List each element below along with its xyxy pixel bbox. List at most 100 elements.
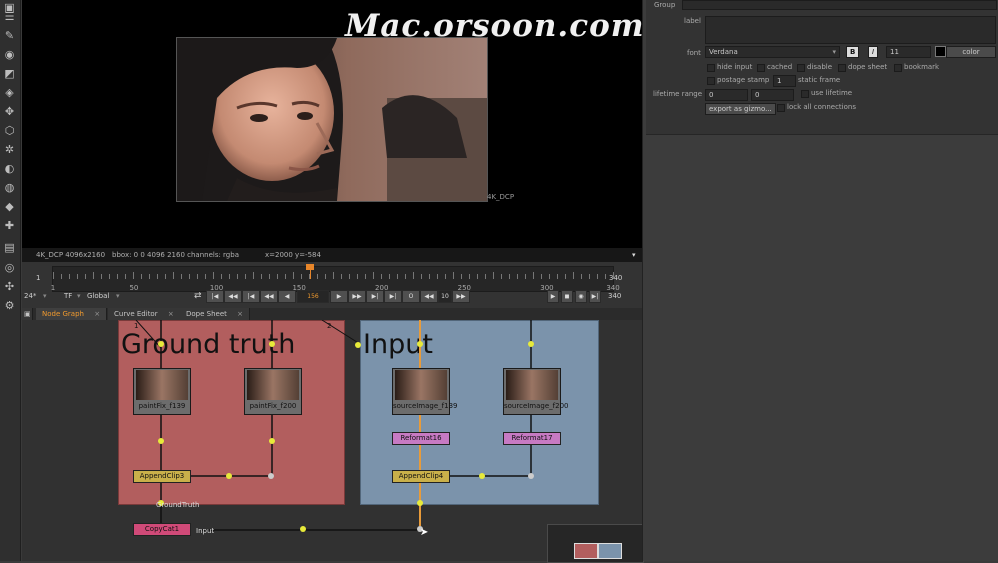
scope-arrow-icon[interactable]: ▾ [116,292,120,300]
node-reformat16[interactable]: Reformat16 [392,432,450,445]
deep-icon[interactable]: ◐ [2,161,17,176]
wire-dot[interactable] [226,473,232,479]
wire-dot[interactable] [269,438,275,444]
step-back-10-button[interactable]: ◀◀ [420,290,438,303]
wire-dot[interactable] [528,341,534,347]
views-icon[interactable]: ◍ [2,180,17,195]
play-forward-button[interactable]: ▶ [330,290,348,303]
toolsets-icon[interactable]: ✚ [2,218,17,233]
frame-ruler[interactable]: 1 50 100 150 200 250 300 340 [51,264,620,292]
capture-icon[interactable]: ◉ [575,290,587,303]
color-icon[interactable]: ◈ [2,85,17,100]
tf-arrow-icon[interactable]: ▾ [77,292,81,300]
merge-dot[interactable] [268,473,274,479]
tab-node-graph[interactable]: Node Graph × [36,308,108,320]
lifetime-start-field[interactable]: 0 [705,89,748,101]
close-icon[interactable]: × [237,310,243,318]
channel-icon[interactable]: ◩ [2,66,17,81]
group-field[interactable] [682,0,997,10]
play-backward-button[interactable]: ◀ [278,290,296,303]
node-sourceimage-f200[interactable]: sourceImage_f200 [503,368,569,415]
settings-icon[interactable]: ⚙ [2,298,17,313]
step-back-button[interactable]: |◀ [242,290,260,303]
use-lifetime-checkbox[interactable] [801,90,809,98]
wire-dot[interactable] [269,341,275,347]
goto-end-button[interactable]: ▶| [384,290,402,303]
furnace-icon[interactable]: ◎ [2,260,17,275]
timeline-end-frame-lower[interactable]: 340 [608,292,621,300]
tab-curve-editor[interactable]: Curve Editor × [108,308,181,320]
metadata-icon[interactable]: ◆ [2,199,17,214]
plugins-icon[interactable]: ✣ [2,279,17,294]
fps-arrow-icon[interactable]: ▾ [43,292,47,300]
close-icon[interactable]: × [94,310,100,318]
loop-button[interactable]: O [402,290,420,303]
ruler-tick [541,274,542,279]
lock-connections-checkbox[interactable] [777,104,785,112]
italic-button[interactable]: I [868,46,879,58]
timeline-end-frame[interactable]: 340 [609,274,622,282]
wire-dot[interactable] [417,500,423,506]
wire-dot[interactable] [158,341,164,347]
step-forward-10-button[interactable]: ▶▶ [452,290,470,303]
color-swatch[interactable] [935,46,946,57]
font-size-field[interactable]: 11 [886,46,931,58]
panel-menu-icon[interactable]: ▣ [22,308,33,320]
node-copycat1[interactable]: CopyCat1 [133,523,191,536]
ruler-mode-icon[interactable]: ⇄ [194,291,202,301]
node-sourceimage-f139[interactable]: sourceImage_f139 [392,368,458,415]
tab-dope-sheet[interactable]: Dope Sheet × [180,308,250,320]
node-paintfix-f200[interactable]: paintFix_f200 [244,368,302,415]
draw-icon[interactable]: ✎ [2,28,17,43]
step-forward-button[interactable]: ▶| [366,290,384,303]
wire-dot[interactable] [300,526,306,532]
close-icon[interactable]: × [168,310,174,318]
other-icon[interactable]: ▤ [2,240,17,255]
particles-icon[interactable]: ✲ [2,142,17,157]
3d-icon[interactable]: ⬡ [2,123,17,138]
bold-button[interactable]: B [846,46,860,58]
time-icon[interactable]: ◉ [2,47,17,62]
transform-icon[interactable]: ✥ [2,104,17,119]
lifetime-end-field[interactable]: 0 [751,89,794,101]
graph-minimap[interactable] [547,524,644,563]
bookmark-checkbox[interactable] [894,64,902,72]
current-frame-field[interactable]: 156 [297,290,329,303]
postage-stamp-checkbox[interactable] [707,77,715,85]
cached-checkbox[interactable] [757,64,765,72]
range-scope[interactable]: Global [87,292,109,300]
node-paintfix-f139[interactable]: paintFix_f139 [133,368,191,415]
out-point-icon[interactable]: ▶| [589,290,601,303]
export-gizmo-button[interactable]: export as gizmo... [705,103,776,115]
tf-field[interactable]: TF [64,292,72,300]
menu-icon[interactable]: ☰ [2,9,17,24]
goto-start-button[interactable]: |◀ [206,290,224,303]
next-increment-button[interactable]: ▶▶ [348,290,366,303]
prev-increment-button[interactable]: ◀◀ [260,290,278,303]
node-appendclip4[interactable]: AppendClip4 [392,470,450,483]
playhead[interactable] [310,269,312,279]
disable-checkbox[interactable] [797,64,805,72]
merge-dot[interactable] [528,473,534,479]
wire-dot[interactable] [355,342,361,348]
step-field[interactable]: 10 [438,290,452,303]
hide-input-checkbox[interactable] [707,64,715,72]
flipbook-icon[interactable]: ▶ [547,290,559,303]
label-textarea[interactable] [705,16,996,44]
wire-dot[interactable] [158,438,164,444]
node-reformat17[interactable]: Reformat17 [503,432,561,445]
prev-keyframe-button[interactable]: ◀◀ [224,290,242,303]
node-appendclip3[interactable]: AppendClip3 [133,470,191,483]
font-select[interactable]: Verdana ▾ [705,46,840,58]
render-icon[interactable]: ◼ [561,290,573,303]
wire-dot[interactable] [479,473,485,479]
static-frame-field[interactable]: 1 [773,75,796,87]
viewer-menu-arrow-icon[interactable]: ▾ [632,248,636,262]
dope-sheet-checkbox[interactable] [838,64,846,72]
fps-field[interactable]: 24* [24,292,36,300]
node-thumbnail [136,370,188,400]
timeline-start-frame[interactable]: 1 [36,274,40,282]
wire-dot[interactable] [417,341,423,347]
color-button[interactable]: color [946,46,996,58]
playhead-handle-icon[interactable] [306,264,315,270]
